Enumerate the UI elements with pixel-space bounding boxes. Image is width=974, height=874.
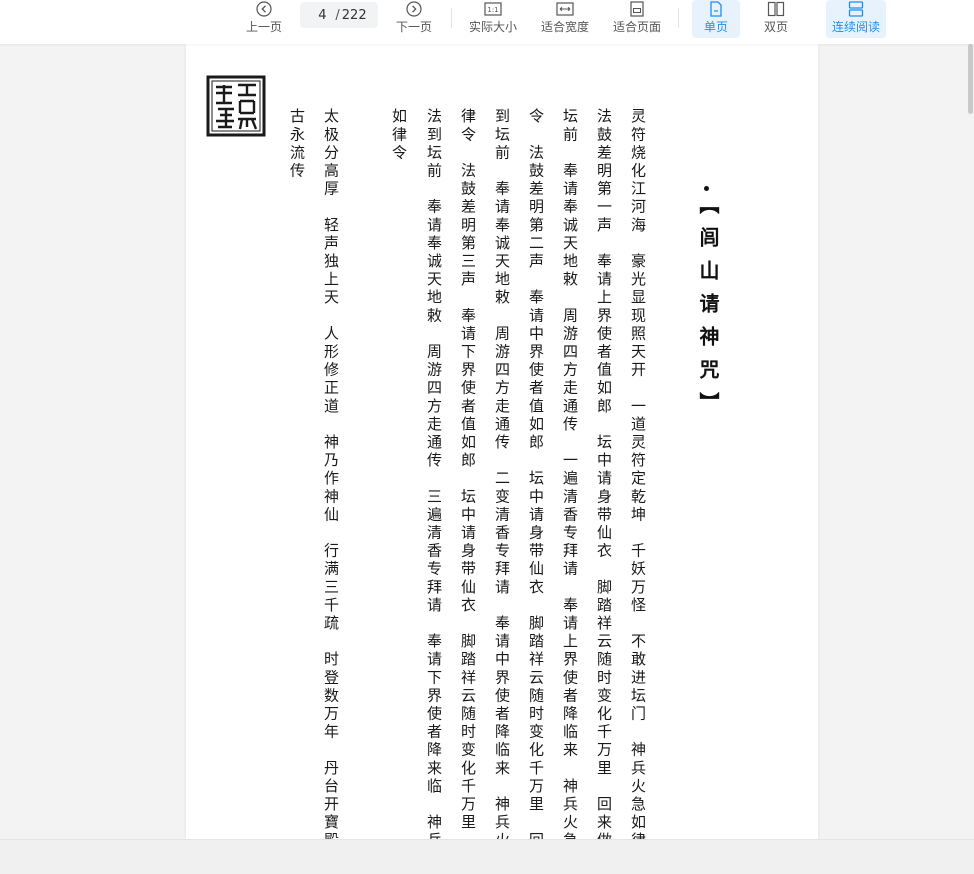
actual-size-icon: 1:1 xyxy=(484,0,502,18)
single-page-label: 单页 xyxy=(703,20,728,34)
bottom-status-bar xyxy=(0,839,974,874)
double-page-icon xyxy=(767,0,785,18)
actual-size-button[interactable]: 1:1 实际大小 xyxy=(466,0,520,38)
text-column: 法鼓差明第一声 奉请上界使者值如郎 坛中请身带仙衣 脚踏祥云随时变化千万里 回来… xyxy=(595,108,613,839)
prev-page-label: 上一页 xyxy=(245,20,282,34)
actual-size-label: 实际大小 xyxy=(468,20,517,34)
next-page-button[interactable]: 下一页 xyxy=(394,0,434,38)
fit-width-button[interactable]: 适合宽度 xyxy=(538,0,592,38)
document-page: 【闾山请神咒】 灵符烧化江河海 豪光显现照天开 一道灵符定乾坤 千妖万怪 不敢进… xyxy=(186,44,818,839)
single-page-icon xyxy=(707,0,725,18)
continuous-reading-icon xyxy=(847,0,865,18)
scrollbar-thumb[interactable] xyxy=(968,44,973,114)
prev-page-button[interactable]: 上一页 xyxy=(244,0,284,38)
double-page-label: 双页 xyxy=(763,20,788,34)
continuous-reading-button[interactable]: 连续阅读 xyxy=(826,0,886,38)
text-column: 灵符烧化江河海 豪光显现照天开 一道灵符定乾坤 千妖万怪 不敢进坛门 神兵火急如… xyxy=(629,108,647,839)
next-page-label: 下一页 xyxy=(395,20,432,34)
text-column: 古永流传 xyxy=(288,108,306,181)
page-separator: / xyxy=(335,7,340,23)
continuous-reading-label: 连续阅读 xyxy=(831,20,880,34)
text-column: 令 法鼓差明第二声 奉请中界使者值如郎 坛中请身带仙衣 脚踏祥云随时变化千万里 … xyxy=(527,108,545,839)
title-dot xyxy=(704,186,709,191)
chevron-left-circle-icon xyxy=(255,0,273,18)
document-title: 【闾山请神咒】 xyxy=(696,194,720,425)
total-pages: 222 xyxy=(341,7,367,23)
seal-stamp-icon xyxy=(206,75,266,137)
reader-toolbar: 上一页 / 222 下一页 1:1 实际大小 适合宽度 适合页面 xyxy=(0,0,974,44)
fit-width-icon xyxy=(556,0,574,18)
text-column: 法到坛前 奉请奉诚天地敕 周游四方走通传 三遍清香专拜请 奉请下界使者降来临 神… xyxy=(425,108,443,839)
current-page-input[interactable] xyxy=(311,7,334,23)
page-indicator: / 222 xyxy=(300,2,378,28)
vertical-scrollbar[interactable] xyxy=(966,44,974,839)
fit-width-label: 适合宽度 xyxy=(540,20,589,34)
chevron-right-circle-icon xyxy=(405,0,423,18)
single-page-button[interactable]: 单页 xyxy=(692,0,740,38)
fit-page-button[interactable]: 适合页面 xyxy=(610,0,664,38)
fit-page-label: 适合页面 xyxy=(612,20,661,34)
text-column: 太极分高厚 轻声独上天 人形修正道 神乃作神仙 行满三千疏 时登数万年 丹台开寶… xyxy=(322,108,340,839)
toolbar-divider xyxy=(451,8,452,28)
document-viewer[interactable]: 【闾山请神咒】 灵符烧化江河海 豪光显现照天开 一道灵符定乾坤 千妖万怪 不敢进… xyxy=(0,44,974,839)
text-column: 坛前 奉请奉诚天地敕 周游四方走通传 一遍清香专拜请 奉请上界使者降临来 神兵火… xyxy=(561,108,579,839)
toolbar-divider xyxy=(678,8,679,28)
svg-text:1:1: 1:1 xyxy=(487,6,498,14)
text-column: 到坛前 奉请奉诚天地敕 周游四方走通传 二变清香专拜请 奉请中界使者降临来 神兵… xyxy=(493,108,511,839)
text-column: 如律令 xyxy=(390,108,408,163)
double-page-button[interactable]: 双页 xyxy=(754,0,798,38)
fit-page-icon xyxy=(628,0,646,18)
text-column: 律令 法鼓差明第三声 奉请下界使者值如郎 坛中请身带仙衣 脚踏祥云随时变化千万里… xyxy=(459,108,477,839)
